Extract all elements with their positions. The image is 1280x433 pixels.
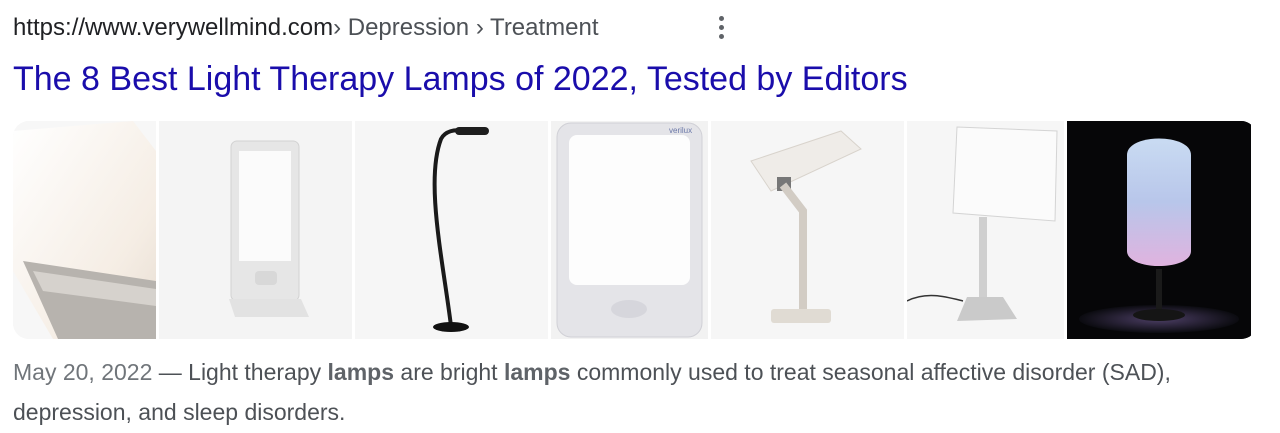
snippet-keyword: lamps — [327, 359, 395, 385]
site-url[interactable]: https://www.verywellmind.com — [13, 14, 333, 42]
breadcrumb: › Depression › Treatment — [333, 14, 599, 41]
image-gallery: verilux — [13, 121, 1257, 339]
image-thumb-4[interactable]: verilux — [551, 121, 708, 339]
lamp-image-7 — [1067, 121, 1251, 339]
image-thumb-7[interactable] — [1067, 121, 1251, 339]
image-thumb-2[interactable] — [159, 121, 352, 339]
snippet-date: May 20, 2022 — [13, 359, 153, 385]
lamp-image-6 — [907, 121, 1064, 339]
image-thumb-5[interactable] — [711, 121, 904, 339]
lamp-image-5 — [711, 121, 904, 339]
image-thumb-1[interactable] — [13, 121, 156, 339]
image-thumb-6[interactable] — [907, 121, 1064, 339]
snippet-dash: — — [152, 359, 189, 385]
lamp-image-4: verilux — [551, 121, 708, 339]
lamp-image-1 — [13, 121, 156, 339]
lamp-image-2 — [159, 121, 352, 339]
verilux-logo: verilux — [669, 126, 692, 135]
snippet-text-2: are bright — [394, 359, 504, 385]
snippet-keyword: lamps — [503, 359, 571, 385]
lamp-image-3 — [355, 121, 548, 339]
result-title-link[interactable]: The 8 Best Light Therapy Lamps of 2022, … — [13, 56, 908, 102]
result-cite[interactable]: https://www.verywellmind.com › Depressio… — [13, 10, 599, 46]
snippet-text-1: Light therapy — [188, 359, 328, 385]
image-thumb-3[interactable] — [355, 121, 548, 339]
result-snippet: May 20, 2022 — Light therapy lamps are b… — [13, 352, 1233, 432]
more-vert-icon[interactable] — [709, 12, 733, 42]
search-result: https://www.verywellmind.com › Depressio… — [13, 0, 1263, 433]
